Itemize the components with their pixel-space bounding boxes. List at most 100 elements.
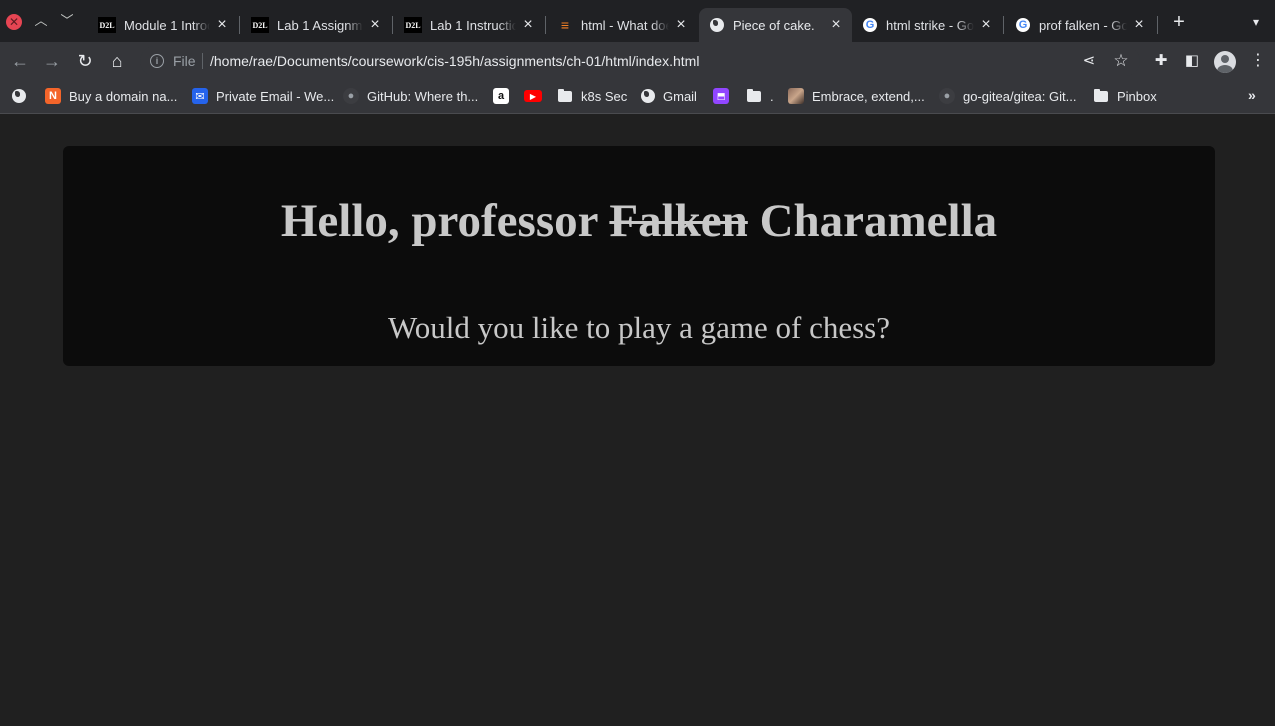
bookmark-folder-k8s-sec[interactable]: k8s Sec bbox=[557, 87, 627, 105]
close-tab-icon[interactable]: × bbox=[214, 16, 230, 34]
bookmark-folder-pinbox[interactable]: Pinbox bbox=[1093, 87, 1157, 105]
d2l-icon: D2L bbox=[98, 17, 116, 33]
globe-icon bbox=[12, 89, 26, 103]
tab-title: Lab 1 Instructions bbox=[430, 17, 516, 33]
bookmarks-bar: N Buy a domain na... ✉ Private Email - W… bbox=[0, 80, 1275, 114]
kebab-menu-icon[interactable]: ⋮ bbox=[1248, 51, 1268, 71]
bookmark-star-icon[interactable]: ☆ bbox=[1111, 51, 1131, 71]
bookmark-label: Embrace, extend,... bbox=[812, 88, 925, 104]
forward-arrow-icon[interactable]: → bbox=[42, 51, 62, 71]
tab-divider bbox=[239, 16, 240, 34]
heading-text: Hello, professor bbox=[280, 195, 610, 247]
folder-icon bbox=[746, 88, 762, 104]
close-tab-icon[interactable]: × bbox=[1131, 16, 1147, 34]
google-icon: G bbox=[862, 17, 878, 33]
namecheap-icon: N bbox=[45, 88, 61, 104]
tab-piece-of-cake[interactable]: Piece of cake. × bbox=[699, 8, 852, 42]
tab-title: prof falken - Google bbox=[1039, 17, 1127, 33]
bookmark-label: go-gitea/gitea: Git... bbox=[963, 88, 1077, 104]
tab-title: html strike - Google bbox=[886, 17, 974, 33]
github-icon: ● bbox=[939, 88, 955, 104]
bookmark-amazon[interactable]: a bbox=[493, 87, 517, 105]
omnibox-divider bbox=[202, 53, 203, 69]
new-tab-plus-icon[interactable]: + bbox=[1169, 12, 1189, 32]
bookmark-twitch[interactable]: ⬒ bbox=[713, 87, 737, 105]
amazon-icon: a bbox=[493, 88, 509, 104]
bookmark-globe[interactable] bbox=[12, 87, 34, 105]
window-close-icon[interactable]: ✕ bbox=[6, 14, 22, 30]
tab-lab-1-instructions[interactable]: D2L Lab 1 Instructions × bbox=[394, 8, 544, 42]
photo-icon bbox=[788, 88, 804, 104]
close-tab-icon[interactable]: × bbox=[520, 16, 536, 34]
side-panel-icon[interactable]: ◧ bbox=[1182, 51, 1202, 71]
tab-title: Module 1 Introduction bbox=[124, 17, 210, 33]
back-arrow-icon[interactable]: ← bbox=[10, 51, 30, 71]
twitch-icon: ⬒ bbox=[713, 88, 729, 104]
tab-html-strike-search[interactable]: G html strike - Google × bbox=[852, 8, 1002, 42]
youtube-icon: ▶ bbox=[524, 90, 542, 102]
bookmark-label: GitHub: Where th... bbox=[367, 88, 479, 104]
google-icon: G bbox=[1015, 17, 1031, 33]
d2l-icon: D2L bbox=[404, 17, 422, 33]
struck-name: Falken bbox=[609, 195, 748, 247]
tab-module-1[interactable]: D2L Module 1 Introduction × bbox=[88, 8, 238, 42]
address-bar[interactable]: i File /home/rae/Documents/coursework/ci… bbox=[140, 46, 1140, 76]
bookmark-private-email[interactable]: ✉ Private Email - We... bbox=[192, 87, 334, 105]
page-viewport: Hello, professor Falken Charamella Would… bbox=[0, 114, 1275, 726]
bookmark-folder-dot[interactable]: . bbox=[746, 87, 774, 105]
bookmark-label: Private Email - We... bbox=[216, 88, 335, 104]
close-tab-icon[interactable]: × bbox=[978, 16, 994, 34]
folder-icon bbox=[1093, 88, 1109, 104]
tab-title: Lab 1 Assignment bbox=[277, 17, 363, 33]
page-subheading: Would you like to play a game of chess? bbox=[388, 310, 890, 345]
chevron-down-icon[interactable]: ﹀ bbox=[59, 13, 75, 29]
bookmark-namecheap[interactable]: N Buy a domain na... bbox=[45, 87, 177, 105]
globe-icon bbox=[641, 89, 655, 103]
bookmark-youtube[interactable]: ▶ bbox=[524, 87, 550, 105]
bookmark-github[interactable]: ● GitHub: Where th... bbox=[343, 87, 478, 105]
tab-prof-falken-search[interactable]: G prof falken - Google × bbox=[1005, 8, 1155, 42]
heading-name: Charamella bbox=[747, 195, 998, 247]
bookmark-label: Buy a domain na... bbox=[69, 88, 178, 104]
url-text[interactable]: /home/rae/Documents/coursework/cis-195h/… bbox=[210, 53, 699, 69]
tab-stackoverflow[interactable]: ≡ html - What does × bbox=[547, 8, 697, 42]
home-icon[interactable]: ⌂ bbox=[107, 51, 127, 71]
tab-search-chevron-icon[interactable]: ▾ bbox=[1248, 14, 1264, 30]
github-icon: ● bbox=[343, 88, 359, 104]
tab-title: Piece of cake. bbox=[733, 17, 815, 33]
tab-divider bbox=[1003, 16, 1004, 34]
bookmark-embrace-extend[interactable]: Embrace, extend,... bbox=[788, 87, 925, 105]
close-tab-icon[interactable]: × bbox=[367, 16, 383, 34]
bookmark-gitea[interactable]: ● go-gitea/gitea: Git... bbox=[939, 87, 1076, 105]
close-tab-icon[interactable]: × bbox=[673, 16, 689, 34]
stackoverflow-icon: ≡ bbox=[560, 17, 570, 33]
folder-icon bbox=[557, 88, 573, 104]
file-scheme-label: File bbox=[173, 53, 196, 69]
bookmarks-overflow-chevron-icon[interactable]: » bbox=[1248, 87, 1256, 103]
tab-divider bbox=[392, 16, 393, 34]
bookmark-label: . bbox=[770, 88, 774, 104]
tab-lab-1-assignment[interactable]: D2L Lab 1 Assignment × bbox=[241, 8, 391, 42]
tab-divider bbox=[545, 16, 546, 34]
profile-avatar-icon[interactable] bbox=[1214, 51, 1236, 73]
content-card: Hello, professor Falken Charamella Would… bbox=[63, 146, 1215, 366]
close-tab-icon[interactable]: × bbox=[828, 16, 844, 34]
page-heading: Hello, professor Falken Charamella bbox=[63, 190, 1215, 252]
mail-icon: ✉ bbox=[192, 88, 208, 104]
bookmark-label: Pinbox bbox=[1117, 88, 1157, 104]
chevron-up-icon[interactable]: ︿ bbox=[33, 13, 49, 29]
tab-title: html - What does bbox=[581, 17, 669, 33]
d2l-icon: D2L bbox=[251, 17, 269, 33]
globe-icon bbox=[709, 17, 725, 33]
reload-icon[interactable]: ↻ bbox=[75, 51, 95, 71]
tab-strip: ✕ ︿ ﹀ D2L Module 1 Introduction × D2L La… bbox=[0, 0, 1275, 42]
bookmark-gmail[interactable]: Gmail bbox=[641, 87, 697, 105]
bookmark-label: Gmail bbox=[663, 88, 697, 104]
browser-window: ✕ ︿ ﹀ D2L Module 1 Introduction × D2L La… bbox=[0, 0, 1275, 726]
browser-toolbar: ← → ↻ ⌂ i File /home/rae/Documents/cours… bbox=[0, 42, 1275, 80]
extensions-puzzle-icon[interactable]: ✚ bbox=[1151, 51, 1171, 71]
info-icon[interactable]: i bbox=[150, 54, 164, 68]
tab-divider bbox=[1157, 16, 1158, 34]
bookmark-label: k8s Sec bbox=[581, 88, 628, 104]
share-icon[interactable]: ⋖ bbox=[1079, 51, 1099, 71]
